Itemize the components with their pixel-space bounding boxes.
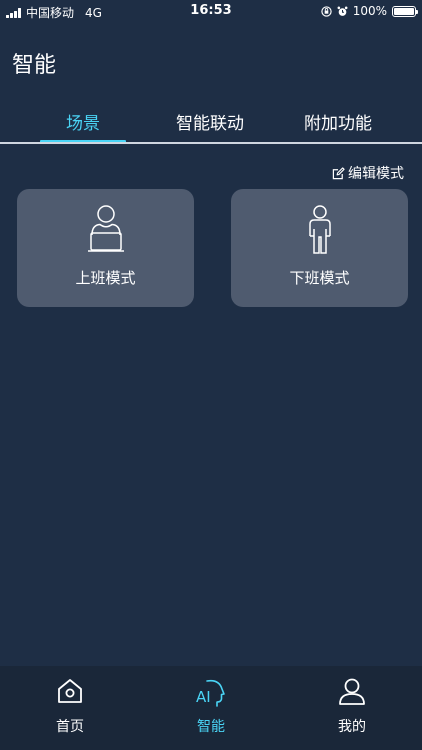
person-at-laptop-icon bbox=[87, 205, 124, 252]
battery-icon bbox=[392, 5, 418, 17]
tabs-divider bbox=[0, 142, 422, 144]
status-right: 100% bbox=[321, 4, 418, 18]
nav-label-smart: 智能 bbox=[197, 719, 225, 735]
tab-smart-linkage[interactable]: 智能联动 bbox=[165, 109, 255, 134]
person-standing-icon bbox=[308, 205, 331, 254]
battery-percent: 100% bbox=[352, 4, 387, 18]
nav-item-home[interactable]: 首页 bbox=[0, 666, 140, 750]
page-title: 智能 bbox=[12, 53, 57, 78]
tab-bar: 场景 智能联动 附加功能 bbox=[0, 100, 422, 144]
tab-scenes[interactable]: 场景 bbox=[40, 109, 126, 134]
ai-head-icon: AI bbox=[196, 679, 225, 707]
smart-screen: 中国移动 4G 16:53 100% 智能 场景 智能联动 附加功能 编辑模式 … bbox=[0, 0, 422, 750]
scene-card-label: 上班模式 bbox=[75, 269, 136, 287]
edit-icon bbox=[332, 166, 345, 179]
status-bar: 中国移动 4G 16:53 100% bbox=[0, 0, 422, 22]
bottom-nav: 首页 AI 智能 我的 bbox=[0, 666, 422, 750]
edit-mode-button[interactable]: 编辑模式 bbox=[332, 163, 404, 183]
home-icon bbox=[58, 679, 82, 703]
scene-card-label: 下班模式 bbox=[289, 269, 350, 287]
tab-extra-functions[interactable]: 附加功能 bbox=[293, 109, 383, 134]
nav-item-smart[interactable]: AI 智能 bbox=[141, 666, 281, 750]
nav-label-me: 我的 bbox=[338, 719, 366, 735]
alarm-icon bbox=[337, 6, 348, 16]
scene-card-off-work[interactable]: 下班模式 bbox=[231, 189, 408, 307]
user-icon bbox=[339, 678, 365, 705]
svg-text:AI: AI bbox=[196, 688, 211, 706]
edit-mode-label: 编辑模式 bbox=[348, 166, 404, 182]
scene-card-work[interactable]: 上班模式 bbox=[17, 189, 194, 307]
orientation-lock-icon bbox=[321, 5, 332, 17]
nav-label-home: 首页 bbox=[56, 719, 84, 735]
nav-item-me[interactable]: 我的 bbox=[282, 666, 422, 750]
